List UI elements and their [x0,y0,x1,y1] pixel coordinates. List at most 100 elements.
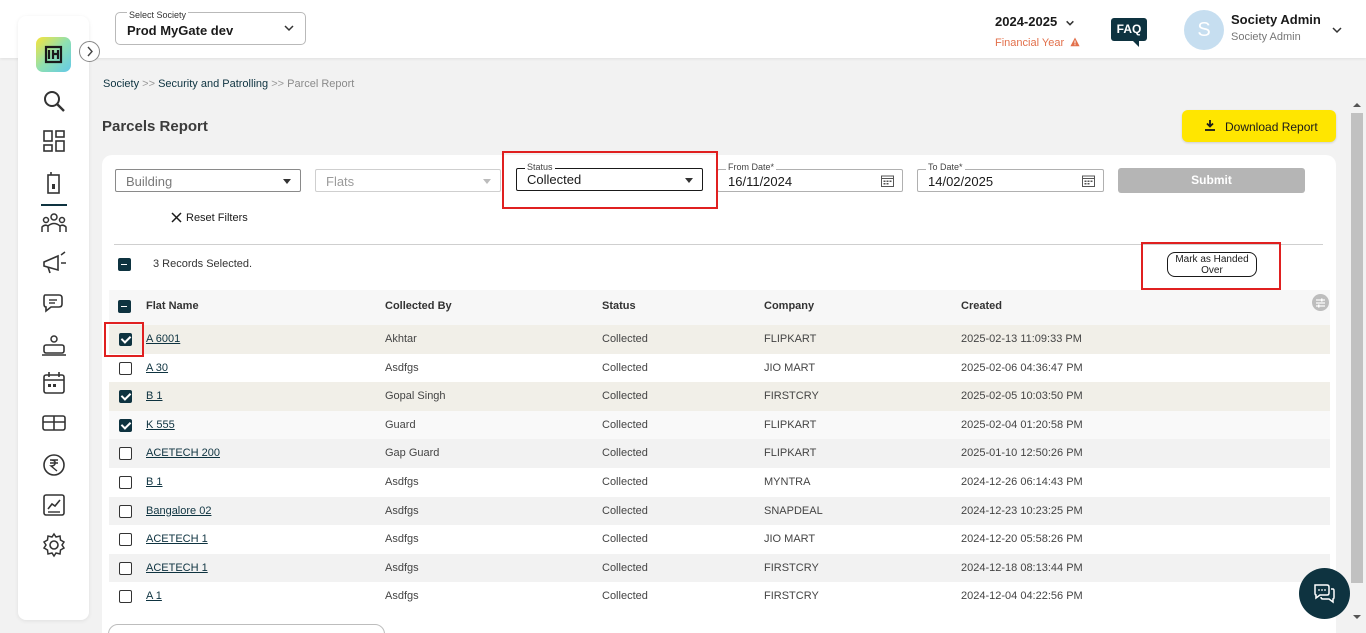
page-title: Parcels Report [102,118,208,135]
flat-link[interactable]: Bangalore 02 [146,505,211,517]
select-all-checkbox[interactable] [118,300,131,313]
rupee-icon[interactable] [41,452,67,478]
row-checkbox[interactable] [119,475,132,489]
building-placeholder: Building [126,174,173,189]
collected-by-cell: Asdfgs [385,504,419,517]
flats-select[interactable]: Flats [315,169,501,192]
flat-link[interactable]: B 1 [146,476,163,488]
flat-link[interactable]: B 1 [146,390,163,402]
calendar-icon[interactable] [881,175,894,187]
status-cell: Collected [602,361,648,374]
collected-by-cell: Gap Guard [385,447,440,460]
service-icon[interactable] [41,332,67,358]
pagination-control[interactable] [108,624,385,633]
column-header-company[interactable]: Company [764,300,814,312]
download-icon [1205,120,1215,131]
company-cell: FLIPKART [764,418,817,431]
breadcrumb-security[interactable]: Security and Patrolling [158,78,268,90]
column-header-status[interactable]: Status [602,300,636,312]
page-scrollbar[interactable] [1351,100,1363,625]
flat-link[interactable]: ACETECH 1 [146,562,208,574]
breadcrumb-society[interactable]: Society [103,78,139,90]
chevron-right-icon [87,46,93,57]
column-header-created[interactable]: Created [961,300,1002,312]
row-checkbox[interactable] [119,590,132,604]
avatar[interactable]: S [1184,10,1224,50]
faq-button[interactable]: FAQ [1111,18,1147,47]
table-row[interactable]: ACETECH 200 Gap Guard Collected FLIPKART… [109,439,1330,468]
table-row[interactable]: Bangalore 02 Asdfgs Collected SNAPDEAL 2… [109,496,1330,526]
reset-filters-button[interactable]: Reset Filters [171,212,248,224]
created-cell: 2025-01-10 12:50:26 PM [961,447,1083,460]
row-checkbox[interactable] [119,533,132,547]
flat-link[interactable]: A 1 [146,590,162,602]
members-icon[interactable] [41,210,67,236]
notice-icon[interactable] [41,250,67,276]
row-checkbox[interactable] [119,361,132,375]
scroll-down-icon[interactable] [1351,612,1363,622]
scroll-up-icon[interactable] [1351,100,1363,110]
calendar-icon[interactable] [1082,175,1095,187]
building-icon[interactable] [41,170,67,196]
flat-link[interactable]: A 6001 [146,333,180,345]
table-row[interactable]: B 1 Gopal Singh Collected FIRSTCRY 2025-… [109,382,1330,411]
sidebar-expand-button[interactable] [79,41,100,62]
search-icon[interactable] [41,88,67,114]
settings-icon[interactable] [41,532,67,558]
report-icon[interactable] [41,492,67,518]
row-checkbox[interactable] [119,504,132,518]
dashboard-icon[interactable] [41,128,67,154]
flat-link[interactable]: A 30 [146,362,168,374]
created-cell: 2025-02-04 01:20:58 PM [961,418,1083,431]
building-select[interactable]: Building [115,169,301,192]
company-cell: SNAPDEAL [764,504,823,517]
table-row[interactable]: B 1 Asdfgs Collected MYNTRA 2024-12-26 0… [109,468,1330,497]
society-select-label: Select Society [127,10,189,20]
column-header-collected-by[interactable]: Collected By [385,300,452,312]
table-row[interactable]: A 30 Asdfgs Collected JIO MART 2025-02-0… [109,354,1330,383]
sidebar-active-indicator [41,204,67,206]
collected-by-cell: Asdfgs [385,561,419,574]
collected-by-cell: Asdfgs [385,590,419,603]
status-cell: Collected [602,418,648,431]
chevron-down-icon[interactable] [1331,24,1343,36]
flat-link[interactable]: ACETECH 1 [146,533,208,545]
bulk-select-checkbox[interactable] [118,258,131,271]
society-select[interactable]: Select Society Prod MyGate dev [115,10,306,45]
from-date-field[interactable]: 16/11/2024 [717,169,903,192]
column-settings-button[interactable] [1312,294,1329,311]
company-cell: FLIPKART [764,447,817,460]
breadcrumb-current: Parcel Report [287,78,355,90]
submit-button[interactable]: Submit [1118,168,1305,193]
row-checkbox[interactable] [119,418,132,432]
company-cell: JIO MART [764,533,816,546]
chat-icon[interactable] [41,290,67,316]
table-row[interactable]: A 1 Asdfgs Collected FIRSTCRY 2024-12-04… [109,582,1330,611]
warning-icon [1070,37,1080,47]
handed-over-highlight [1141,242,1281,290]
calendar-icon[interactable] [41,370,67,396]
from-date-label: From Date* [726,162,777,172]
row-checkbox[interactable] [119,447,132,461]
to-date-field[interactable]: 14/02/2025 [917,169,1104,192]
table-row[interactable]: K 555 Guard Collected FLIPKART 2025-02-0… [109,410,1330,440]
column-header-flat[interactable]: Flat Name [146,300,199,312]
row-checkbox[interactable] [119,390,132,404]
status-cell: Collected [602,590,648,603]
from-date-value: 16/11/2024 [728,174,793,189]
chat-support-button[interactable] [1299,568,1350,619]
amenities-icon[interactable] [41,410,67,436]
flats-placeholder: Flats [326,174,355,189]
table-row[interactable]: A 6001 Akhtar Collected FLIPKART 2025-02… [109,325,1330,354]
table-row[interactable]: ACETECH 1 Asdfgs Collected JIO MART 2024… [109,525,1330,554]
flat-link[interactable]: K 555 [146,419,175,431]
table-row[interactable]: ACETECH 1 Asdfgs Collected FIRSTCRY 2024… [109,553,1330,583]
top-header: Select Society Prod MyGate dev 2024-2025… [0,0,1366,58]
chat-bubbles-icon [1314,584,1335,604]
row-checkbox[interactable] [119,561,132,575]
financial-year-select[interactable]: 2024-2025 [995,14,1075,29]
download-report-button[interactable]: Download Report [1182,110,1336,142]
flat-link[interactable]: ACETECH 200 [146,447,220,459]
scrollbar-thumb[interactable] [1351,113,1363,583]
app-logo[interactable] [36,37,71,72]
